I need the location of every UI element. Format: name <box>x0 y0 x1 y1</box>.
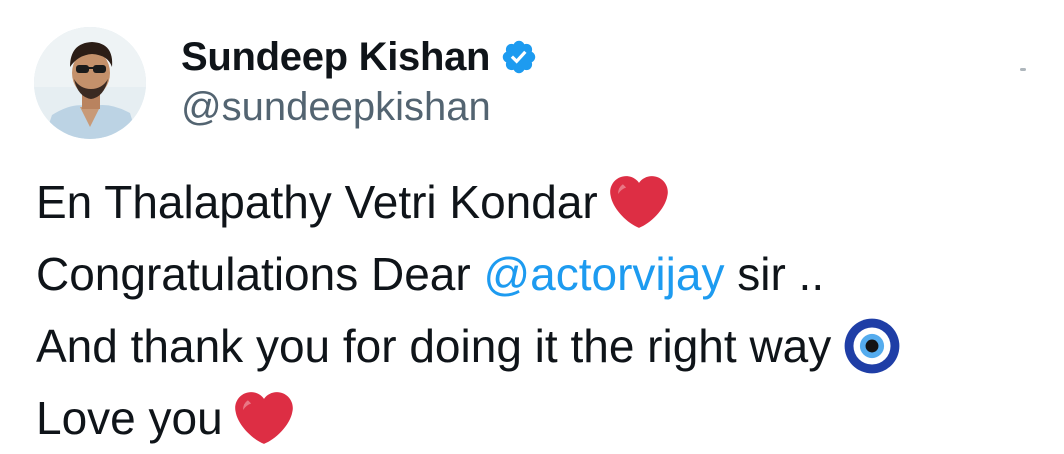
nazar-amulet-icon <box>843 317 901 375</box>
red-heart-icon <box>609 173 668 231</box>
tweet-card: Sundeep Kishan @sundeepkishan En Thalapa… <box>0 0 1064 449</box>
author-name-row: Sundeep Kishan <box>181 31 538 83</box>
tweet-line-2-suffix: sir .. <box>724 248 825 300</box>
author-display-name[interactable]: Sundeep Kishan <box>181 31 490 83</box>
avatar[interactable] <box>34 27 146 139</box>
tweet-line-3-text: And thank you for doing it the right way <box>36 320 832 372</box>
avatar-photo <box>34 27 146 139</box>
tweet-text: En Thalapathy Vetri Kondar Congratulatio… <box>36 166 1046 454</box>
tweet-line-2-prefix: Congratulations Dear <box>36 248 484 300</box>
author-handle[interactable]: @sundeepkishan <box>181 84 491 130</box>
tweet-line-4-text: Love you <box>36 392 223 444</box>
verified-badge-icon <box>500 38 538 76</box>
tweet-line-1: En Thalapathy Vetri Kondar <box>36 166 1046 238</box>
tweet-line-4: Love you <box>36 382 1046 454</box>
red-heart-icon <box>234 389 293 447</box>
tweet-line-1-text: En Thalapathy Vetri Kondar <box>36 176 598 228</box>
more-icon[interactable] <box>1016 64 1030 78</box>
tweet-line-2: Congratulations Dear @actorvijay sir .. <box>36 238 1046 310</box>
tweet-line-3: And thank you for doing it the right way <box>36 310 1046 382</box>
mention-link[interactable]: @actorvijay <box>483 238 724 310</box>
